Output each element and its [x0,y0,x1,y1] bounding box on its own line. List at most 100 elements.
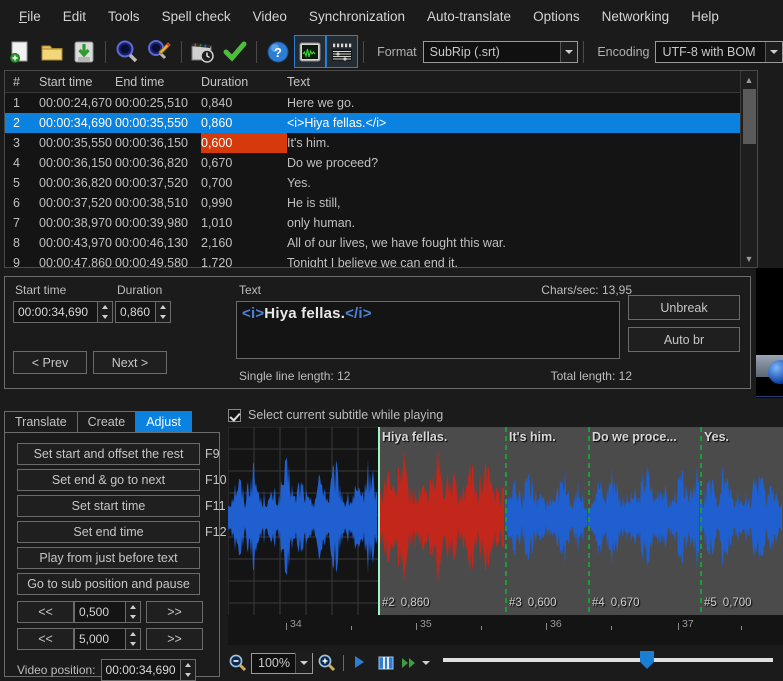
stepper-up-icon[interactable] [126,602,140,612]
prev-button[interactable]: < Prev [13,351,87,374]
scrollbar-thumb[interactable] [743,89,756,144]
table-row[interactable]: 8 00:00:43,970 00:00:46,130 2,160 All of our… [5,233,757,253]
stepper-down-icon[interactable] [181,670,195,680]
video-frames-icon[interactable] [376,653,396,673]
menu-options[interactable]: Options [522,5,591,28]
play-icon[interactable] [350,653,370,673]
duration-input[interactable]: 0,860 [115,301,156,323]
column-header-start[interactable]: Start time [39,75,115,89]
unbreak-button[interactable]: Unbreak [628,295,740,320]
menu-edit[interactable]: Edit [52,5,97,28]
table-row[interactable]: 4 00:00:36,150 00:00:36,820 0,670 Do we proc… [5,153,757,173]
cell-end: 00:00:36,150 [115,136,188,150]
find-icon[interactable] [111,35,143,68]
column-header-dur[interactable]: Duration [201,75,287,89]
adjust-button-2[interactable]: Set start time [17,495,200,517]
nudge-value-input-0[interactable]: 0,500 [74,601,126,623]
zoom-level-select[interactable]: 100% [251,652,313,674]
waveform-scroll-slider[interactable] [443,658,773,662]
zoom-in-icon[interactable] [317,653,337,673]
nudge-back-button-1[interactable]: << [17,628,74,650]
table-row[interactable]: 5 00:00:36,820 00:00:37,520 0,700 Yes. [5,173,757,193]
segment-start-marker-2[interactable] [588,427,590,615]
adjust-button-0[interactable]: Set start and offset the rest [17,443,200,465]
fast-forward-icon[interactable] [400,653,420,673]
table-row[interactable]: 7 00:00:38,970 00:00:39,980 1,010 only human… [5,213,757,233]
menu-auto-translate[interactable]: Auto-translate [416,5,522,28]
start-time-input[interactable]: 00:00:34,690 [13,301,98,323]
format-chevron-down-icon[interactable] [560,41,578,62]
column-header-num[interactable]: # [5,75,39,89]
segment-start-marker-1[interactable] [505,427,507,615]
stepper-down-icon[interactable] [126,612,140,622]
format-select[interactable]: SubRip (.srt) [422,40,579,63]
subtitle-text-editor[interactable]: <i>Hiya fellas.</i> [236,301,620,359]
nudge-value-input-1[interactable]: 5,000 [74,628,126,650]
nudge-fwd-button-1[interactable]: >> [146,628,203,650]
adjust-button-3[interactable]: Set end time [17,521,200,543]
menu-file[interactable]: File [8,5,52,28]
stepper-down-icon[interactable] [156,312,170,322]
video-toggle-icon[interactable] [325,35,359,68]
help-icon[interactable]: ? [262,35,294,68]
audio-waveform[interactable]: Hiya fellas. #2 0,860 It's him. #3 0,600 Do we… [228,427,783,645]
segment-duration-0: #2 0,860 [382,597,430,609]
select-subtitle-checkbox[interactable] [228,408,241,422]
adjust-button-1[interactable]: Set end & go to next [17,469,200,491]
nudge-stepper-1[interactable] [126,628,141,650]
adjust-button-5[interactable]: Go to sub position and pause [17,573,200,595]
scroll-down-icon[interactable]: ▼ [741,250,757,267]
menu-networking[interactable]: Networking [591,5,681,28]
nudge-back-button-0[interactable]: << [17,601,74,623]
replace-icon[interactable] [143,35,175,68]
column-header-end[interactable]: End time [115,75,201,89]
time-tick-mark-0 [286,623,287,630]
duration-stepper[interactable] [156,301,171,323]
stepper-up-icon[interactable] [181,660,195,670]
table-row[interactable]: 1 00:00:24,670 00:00:25,510 0,840 Here we go… [5,93,757,113]
table-row[interactable]: 6 00:00:37,520 00:00:38,510 0,990 He is stil… [5,193,757,213]
nudge-stepper-0[interactable] [126,601,141,623]
segment-start-marker-3[interactable] [700,427,702,615]
encoding-select[interactable]: UTF-8 with BOM [655,40,783,63]
select-subtitle-while-playing-row[interactable]: Select current subtitle while playing [228,408,443,422]
tab-create[interactable]: Create [76,411,137,433]
zoom-chevron-down-icon[interactable] [295,653,312,673]
menu-synchronization[interactable]: Synchronization [298,5,416,28]
start-time-stepper[interactable] [98,301,113,323]
encoding-chevron-down-icon[interactable] [764,41,782,62]
table-row[interactable]: 9 00:00:47,860 00:00:49,580 1,720 Tonight I … [5,253,757,267]
table-row[interactable]: 3 00:00:35,550 00:00:36,150 0,600 It's him. [5,133,757,153]
nudge-fwd-button-0[interactable]: >> [146,601,203,623]
stepper-down-icon[interactable] [98,312,112,322]
stepper-down-icon[interactable] [126,639,140,649]
video-position-stepper[interactable] [180,659,196,681]
stepper-up-icon[interactable] [156,302,170,312]
stepper-up-icon[interactable] [98,302,112,312]
adjust-button-4[interactable]: Play from just before text [17,547,200,569]
autobr-button[interactable]: Auto br [628,327,740,352]
next-button[interactable]: Next > [93,351,167,374]
new-file-icon[interactable] [4,35,36,68]
sync-clapper-icon[interactable] [186,35,218,68]
menu-video[interactable]: Video [242,5,298,28]
table-row[interactable]: 2 00:00:34,690 00:00:35,550 0,860 <i>Hiya fe… [5,113,757,133]
spellcheck-ok-icon[interactable] [219,35,251,68]
column-header-text[interactable]: Text [287,75,757,89]
scroll-up-icon[interactable]: ▲ [741,71,757,88]
video-position-input[interactable]: 00:00:34,690 [100,659,181,681]
zoom-out-icon[interactable] [228,653,248,673]
menu-help[interactable]: Help [680,5,730,28]
list-scrollbar[interactable]: ▲ ▼ [740,71,757,267]
open-folder-icon[interactable] [36,35,68,68]
segment-start-marker-0[interactable] [378,427,380,615]
tab-adjust[interactable]: Adjust [135,411,192,433]
subtitle-list[interactable]: # Start time End time Duration Text 1 00:… [4,70,758,268]
menu-tools[interactable]: Tools [97,5,151,28]
playback-options-chevron-down-icon[interactable] [422,661,430,665]
tab-translate[interactable]: Translate [4,411,78,433]
menu-spell-check[interactable]: Spell check [151,5,242,28]
save-download-icon[interactable] [68,35,100,68]
waveform-toggle-icon[interactable] [293,35,326,68]
stepper-up-icon[interactable] [126,629,140,639]
